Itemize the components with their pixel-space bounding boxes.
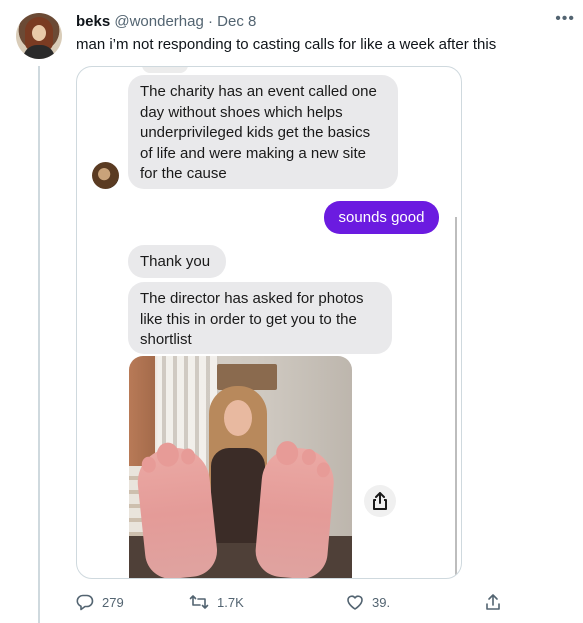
like-count: 39. [372,594,391,610]
like-button[interactable]: 39. [346,593,390,611]
tweet-date[interactable]: Dec 8 [217,13,256,30]
tweet-actions: 279 1.7K 39. [76,593,506,613]
photo-shelf [217,364,277,390]
attached-media[interactable]: The charity has an event called one day … [76,66,462,579]
reply-button[interactable]: 279 [76,593,124,611]
message-photo [129,356,352,578]
retweet-button[interactable]: 1.7K [189,593,244,611]
heart-icon [346,593,364,611]
sent-message: sounds good [324,201,439,234]
received-message-3: The director has asked for photos like t… [128,282,392,354]
received-message-2: Thank you [128,245,226,278]
share-upload-icon[interactable] [364,485,396,517]
retweet-count: 1.7K [217,594,244,610]
photo-person-face [224,400,252,436]
avatar[interactable] [16,13,62,59]
sender-avatar [92,162,119,189]
tweet-header: beks @wonderhag · Dec 8 [76,13,256,30]
scrollbar [455,217,457,577]
received-message-1: The charity has an event called one day … [128,75,398,189]
thread-line [38,66,40,623]
reply-icon [76,593,94,611]
photo-right-foot [253,440,337,578]
separator-dot: · [208,13,213,30]
display-name[interactable]: beks [76,13,110,30]
user-handle[interactable]: @wonderhag [114,13,203,30]
share-icon [484,593,502,611]
share-button[interactable] [484,593,502,611]
avatar-face [32,25,46,41]
more-options-icon[interactable]: ••• [555,10,575,28]
tweet-text: man i’m not responding to casting calls … [76,36,497,53]
retweet-icon [189,593,209,611]
reply-count: 279 [102,594,124,610]
partial-message-bubble [142,67,188,73]
